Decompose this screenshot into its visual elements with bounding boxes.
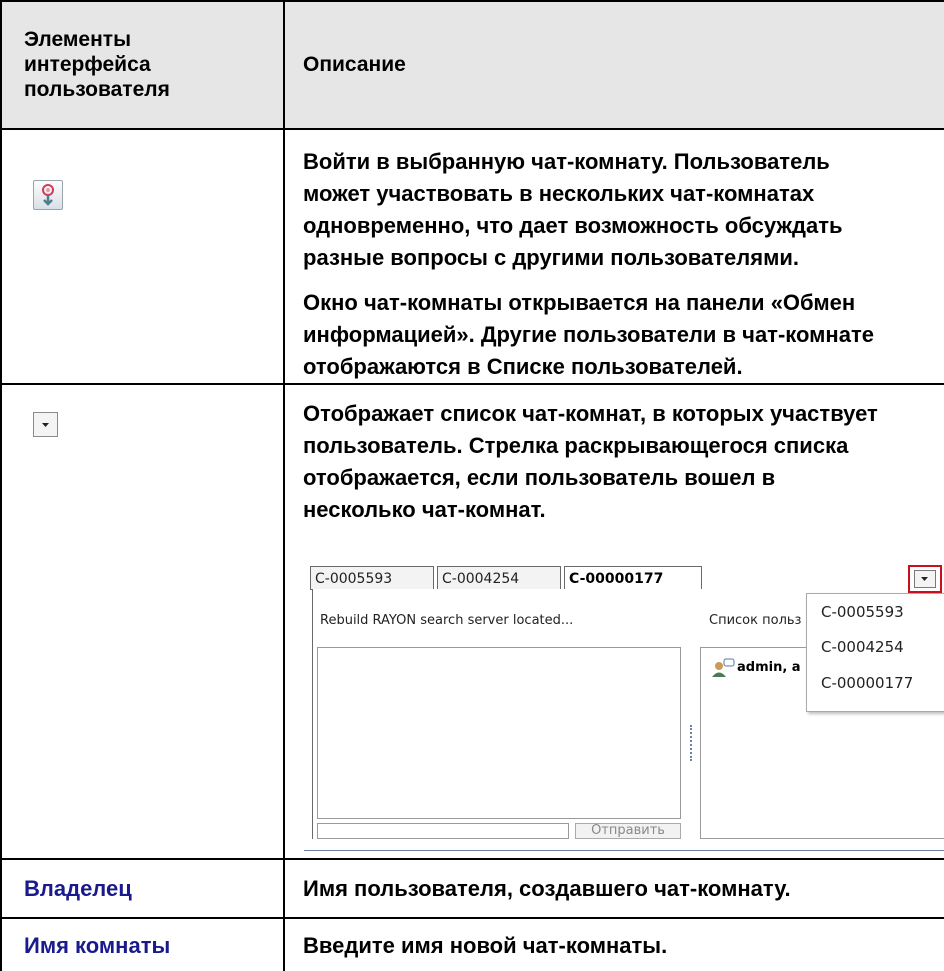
description-line: одновременно, что дает возможность обсуж… — [303, 213, 843, 238]
row-enter-room-description: Войти в выбранную чат-комнату. Пользоват… — [303, 146, 874, 396]
splitter-handle[interactable] — [690, 725, 695, 761]
table-border-left — [0, 0, 2, 971]
room-name-description: Введите имя новой чат-комнаты. — [303, 933, 668, 958]
header-line: интерфейса — [24, 53, 151, 76]
chat-tab[interactable]: C-0004254 — [437, 566, 561, 590]
dropdown-arrow-icon — [33, 412, 58, 437]
header-ui-elements: Элементы интерфейса пользователя — [24, 27, 170, 102]
enter-chat-room-icon-glyph — [42, 184, 54, 206]
table-border-top — [0, 0, 944, 2]
dropdown-item[interactable]: C-0004254 — [821, 638, 904, 656]
description-line: Окно чат-комнаты открывается на панели «… — [303, 290, 856, 315]
description-line: информацией». Другие пользователи в чат-… — [303, 322, 874, 347]
dropdown-arrow-glyph — [42, 423, 49, 427]
description-line: отображаются в Списке пользователей. — [303, 354, 743, 379]
chevron-down-icon — [921, 577, 928, 581]
header-description: Описание — [303, 53, 406, 76]
row-dropdown-description: Отображает список чат-комнат, в которых … — [303, 398, 878, 526]
header-line: Элементы — [24, 28, 131, 51]
description-paragraph: Войти в выбранную чат-комнату. Пользоват… — [303, 146, 874, 274]
table-column-divider — [283, 0, 285, 971]
description-line: может участвовать в нескольких чат-комна… — [303, 181, 815, 206]
chat-tab[interactable]: C-0005593 — [310, 566, 434, 590]
user-chat-icon — [711, 658, 735, 682]
room-name-label[interactable]: Имя комнаты — [24, 930, 170, 962]
table-row-divider — [0, 917, 944, 919]
message-input[interactable] — [317, 823, 569, 839]
dropdown-item[interactable]: C-0005593 — [821, 603, 904, 621]
chat-topic: Rebuild RAYON search server located... — [320, 613, 574, 628]
description-line: разные вопросы с другими пользователями. — [303, 245, 799, 270]
owner-label[interactable]: Владелец — [24, 873, 132, 905]
user-list-label: Список польз — [709, 613, 802, 628]
chat-tab-active[interactable]: C-00000177 — [564, 566, 702, 590]
enter-chat-room-icon — [33, 180, 63, 210]
header-line: пользователя — [24, 78, 170, 101]
dropdown-inner — [914, 570, 936, 588]
dropdown-item[interactable]: C-00000177 — [821, 674, 913, 692]
user-entry[interactable]: admin, a — [737, 660, 801, 675]
description-line: несколько чат-комнат. — [303, 497, 546, 522]
chat-messages-area[interactable] — [317, 647, 681, 819]
table-header-divider — [0, 128, 944, 130]
user-chat-icon-glyph — [712, 658, 735, 677]
description-line: отображается, если пользователь вошел в — [303, 465, 776, 490]
send-button[interactable]: Отправить — [575, 823, 681, 839]
chat-room-screenshot: C-0005593 C-0004254 C-00000177 Rebuild R… — [304, 558, 944, 850]
table-row-divider — [0, 858, 944, 860]
description-line: Войти в выбранную чат-комнату. Пользоват… — [303, 149, 830, 174]
ui-elements-table: Элементы интерфейса пользователя Описани… — [0, 0, 944, 971]
description-line: пользователь. Стрелка раскрывающегося сп… — [303, 433, 849, 458]
owner-description: Имя пользователя, создавшего чат-комнату… — [303, 876, 791, 901]
screenshot-bottom-rule — [304, 850, 944, 851]
chat-rooms-dropdown-menu: C-0005593 C-0004254 C-00000177 — [806, 593, 944, 712]
description-line: Отображает список чат-комнат, в которых … — [303, 401, 878, 426]
description-paragraph: Окно чат-комнаты открывается на панели «… — [303, 287, 874, 383]
chat-rooms-dropdown-button[interactable] — [908, 565, 942, 593]
